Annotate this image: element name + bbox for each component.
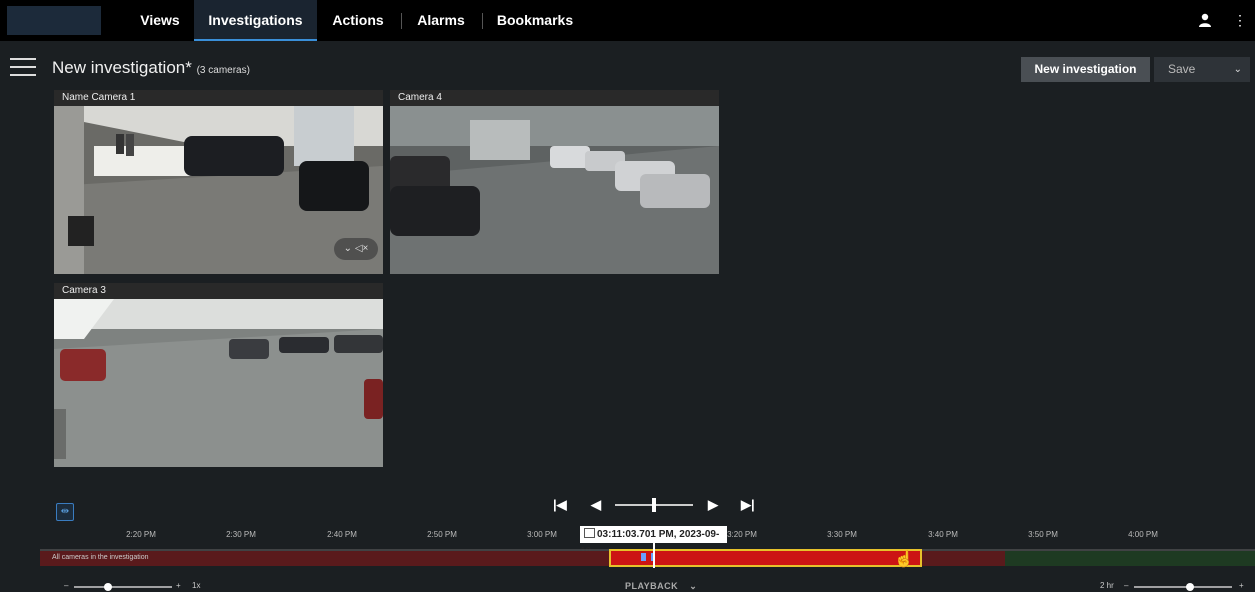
tab-alarms[interactable]: Alarms: [412, 0, 470, 41]
camera-feed: [54, 299, 383, 467]
logo: [7, 6, 101, 35]
camera-name: Camera 4: [390, 90, 719, 106]
time-label: 2:30 PM: [226, 530, 256, 539]
mute-icon[interactable]: ◁×: [355, 243, 369, 254]
fit-timeline-icon[interactable]: ⇹: [56, 503, 74, 521]
save-label: Save: [1168, 62, 1196, 76]
tab-divider: [482, 13, 483, 29]
hamburger-menu-icon[interactable]: [10, 58, 36, 78]
new-investigation-button[interactable]: New investigation: [1021, 57, 1150, 82]
camera-tile-1[interactable]: Name Camera 1 ⌄ ◁×: [54, 90, 383, 274]
user-icon[interactable]: [1198, 13, 1212, 27]
playback-label[interactable]: PLAYBACK ⌄: [625, 581, 697, 592]
camera-feed: [390, 106, 719, 274]
chevron-down-icon[interactable]: ⌄: [1234, 57, 1242, 82]
time-label: 3:00 PM: [527, 530, 557, 539]
track-no-recording: [1005, 551, 1255, 566]
chevron-down-icon[interactable]: ⌄: [344, 243, 352, 254]
playback-speed-slider[interactable]: [615, 497, 695, 513]
time-label: 2:20 PM: [126, 530, 156, 539]
speed-value: 1x: [192, 581, 201, 590]
tab-actions[interactable]: Actions: [327, 0, 389, 41]
time-label: 2:50 PM: [427, 530, 457, 539]
calendar-icon: [584, 528, 595, 538]
investigation-title: New investigation*: [52, 58, 192, 77]
hand-cursor-icon: ☝: [894, 551, 914, 568]
next-frame-icon[interactable]: ▶: [708, 497, 718, 513]
time-label: 3:20 PM: [727, 530, 757, 539]
playhead[interactable]: [653, 543, 655, 568]
speed-minus-button[interactable]: –: [64, 581, 68, 590]
camera-name: Camera 3: [54, 283, 383, 299]
page-title: New investigation* (3 cameras): [52, 58, 250, 78]
camera-tile-4[interactable]: Camera 4: [390, 90, 719, 274]
camera-count: (3 cameras): [196, 65, 250, 76]
current-time-indicator: 03:11:03.701 PM, 2023-09-18: [580, 526, 727, 557]
timespan-plus-button[interactable]: +: [1239, 581, 1244, 590]
double-chevron-down-icon[interactable]: ⌄: [689, 581, 697, 591]
skip-end-icon[interactable]: ▶|: [741, 497, 755, 513]
timespan-minus-button[interactable]: –: [1124, 581, 1128, 590]
speed-plus-button[interactable]: +: [176, 581, 181, 590]
time-label: 4:00 PM: [1128, 530, 1158, 539]
time-label: 2:40 PM: [327, 530, 357, 539]
camera-controls[interactable]: ⌄ ◁×: [334, 238, 378, 260]
tab-divider: [401, 13, 402, 29]
tab-views[interactable]: Views: [131, 0, 189, 41]
timespan-zoom-slider[interactable]: [1134, 582, 1234, 592]
track-label: All cameras in the investigation: [52, 554, 149, 561]
save-button[interactable]: Save ⌄: [1154, 57, 1250, 82]
speed-zoom-slider[interactable]: [74, 582, 174, 592]
playback-label-text: PLAYBACK: [625, 581, 679, 591]
camera-tile-3[interactable]: Camera 3: [54, 283, 383, 467]
timespan-value: 2 hr: [1100, 581, 1114, 590]
time-label: 3:40 PM: [928, 530, 958, 539]
time-label: 3:50 PM: [1028, 530, 1058, 539]
top-nav-bar: Views Investigations Actions Alarms Book…: [0, 0, 1255, 41]
prev-frame-icon[interactable]: ◀: [591, 497, 601, 513]
tab-bookmarks[interactable]: Bookmarks: [494, 0, 576, 41]
camera-name: Name Camera 1: [54, 90, 383, 106]
skip-start-icon[interactable]: |◀: [553, 497, 567, 513]
kebab-icon[interactable]: ⋮: [1233, 13, 1247, 27]
tab-investigations[interactable]: Investigations: [194, 0, 317, 41]
time-label: 3:30 PM: [827, 530, 857, 539]
timeline-selection[interactable]: [609, 549, 922, 567]
motion-marker: [641, 553, 646, 561]
